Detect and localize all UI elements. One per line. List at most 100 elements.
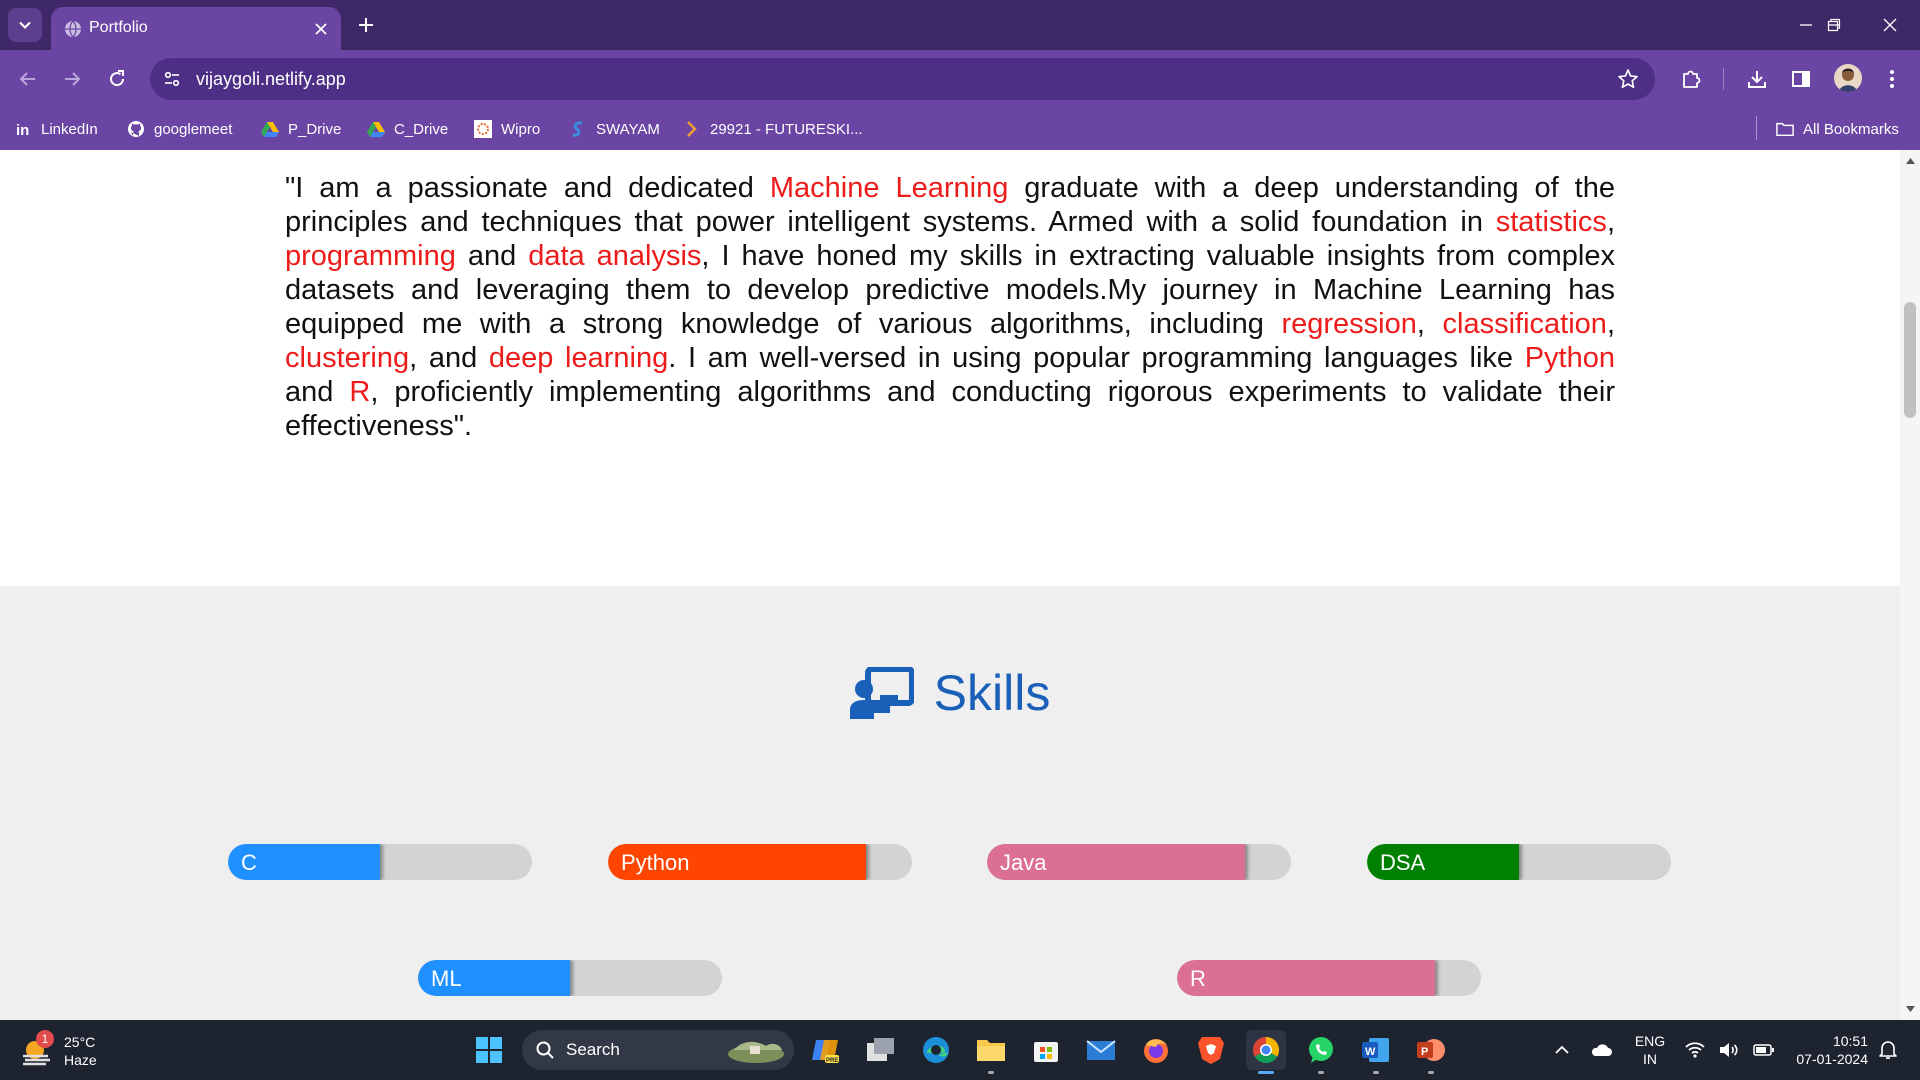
bookmark-googlemeet[interactable]: googlemeet — [127, 118, 232, 140]
tab-title: Portfolio — [89, 19, 148, 36]
restore-icon — [1827, 18, 1841, 32]
show-hidden-icons-button[interactable] — [1550, 1036, 1574, 1064]
onedrive-button[interactable] — [1588, 1036, 1614, 1064]
brave-button[interactable] — [1191, 1030, 1231, 1070]
about-text-segment: . I am well-versed in using popular prog… — [668, 342, 1525, 374]
side-panel-button[interactable] — [1783, 61, 1819, 97]
about-text-segment: , proficiently implementing algorithms a… — [285, 376, 1615, 442]
reload-button[interactable] — [99, 61, 135, 97]
download-icon — [1748, 71, 1766, 88]
swayam-icon — [569, 120, 587, 138]
chrome-button[interactable] — [1246, 1030, 1286, 1074]
bookmark-label: P_Drive — [288, 120, 342, 138]
bell-icon — [1879, 1041, 1897, 1059]
start-button[interactable] — [469, 1030, 509, 1070]
globe-icon — [65, 20, 81, 38]
whatsapp-icon — [1309, 1037, 1333, 1063]
copilot-button[interactable]: PRE — [806, 1030, 846, 1070]
notifications-button[interactable] — [1876, 1036, 1900, 1064]
svg-text:W: W — [1365, 1046, 1376, 1058]
bookmark-swayam[interactable]: SWAYAM — [569, 118, 660, 140]
browser-toolbar: vijaygoli.netlify.app — [0, 50, 1920, 108]
tab-portfolio[interactable]: Portfolio — [51, 7, 341, 50]
tab-close-button[interactable] — [309, 17, 333, 41]
active-indicator — [1258, 1071, 1274, 1074]
battery-icon — [1753, 1044, 1774, 1056]
triangle-down-icon — [1905, 1006, 1915, 1012]
maximize-button[interactable] — [1806, 0, 1862, 50]
windows-taskbar: 1 25°C Haze Search PRE W P ENG IN 10:51 … — [0, 1020, 1920, 1080]
bookmark-wipro[interactable]: Wipro — [474, 118, 540, 140]
quick-settings-button[interactable] — [1685, 1036, 1775, 1064]
more-vert-icon — [1890, 70, 1894, 88]
bookmark-star-button[interactable] — [1615, 66, 1641, 92]
powerpoint-button[interactable]: P — [1411, 1030, 1451, 1074]
file-explorer-button[interactable] — [971, 1030, 1011, 1074]
copilot-icon: PRE — [812, 1040, 839, 1064]
svg-text:PRE: PRE — [826, 1058, 838, 1064]
edge-icon — [923, 1037, 949, 1063]
address-bar[interactable]: vijaygoli.netlify.app — [150, 58, 1655, 100]
weather-text: 25°C Haze — [64, 1033, 97, 1069]
chevron-down-icon — [19, 21, 31, 29]
chrome-menu-button[interactable] — [1874, 61, 1910, 97]
volume-icon — [1720, 1043, 1738, 1057]
linkedin-icon: in — [14, 120, 32, 138]
scroll-down-arrow[interactable] — [1905, 1004, 1915, 1014]
edge-button[interactable] — [916, 1030, 956, 1070]
forward-button[interactable] — [54, 61, 90, 97]
system-clock[interactable]: 10:51 07-01-2024 — [1780, 1032, 1868, 1068]
bookmark-c-drive[interactable]: C_Drive — [367, 118, 448, 140]
back-button[interactable] — [10, 61, 46, 97]
skill-label-c: C — [241, 850, 257, 875]
language-indicator[interactable]: ENG IN — [1628, 1032, 1672, 1068]
weather-widget[interactable]: 1 25°C Haze — [20, 1029, 97, 1073]
cloud-icon — [1591, 1044, 1612, 1056]
microsoft-store-icon — [1034, 1042, 1058, 1062]
bookmark-futureskills[interactable]: 29921 - FUTURESKI... — [683, 118, 863, 140]
url-text[interactable]: vijaygoli.netlify.app — [196, 69, 346, 90]
task-view-button[interactable] — [861, 1030, 901, 1070]
svg-text:in: in — [16, 122, 29, 138]
mail-button[interactable] — [1081, 1030, 1121, 1070]
search-icon — [536, 1041, 554, 1059]
skill-bar-ml: ML — [418, 960, 722, 996]
triangle-up-icon — [1905, 158, 1915, 164]
scroll-up-arrow[interactable] — [1905, 156, 1915, 166]
word-button[interactable]: W — [1356, 1030, 1396, 1074]
taskbar-search[interactable]: Search — [522, 1030, 794, 1070]
reload-icon — [110, 70, 125, 87]
site-info-button[interactable] — [158, 65, 186, 93]
language-line1: ENG — [1634, 1033, 1666, 1049]
page-scrollbar[interactable] — [1900, 150, 1920, 1020]
firefox-button[interactable] — [1136, 1030, 1176, 1070]
downloads-button[interactable] — [1739, 61, 1775, 97]
profile-avatar[interactable] — [1834, 64, 1862, 92]
powerpoint-icon: P — [1417, 1039, 1445, 1061]
new-tab-button[interactable] — [352, 11, 380, 39]
whatsapp-button[interactable] — [1301, 1030, 1341, 1074]
language-line2: IN — [1643, 1051, 1657, 1067]
window-close-button[interactable] — [1862, 0, 1918, 50]
extensions-button[interactable] — [1673, 61, 1709, 97]
about-text-segment: "I am a passionate and dedicated — [285, 172, 770, 204]
chevron-right-icon — [683, 120, 701, 138]
tab-search-button[interactable] — [8, 8, 42, 42]
skills-title: Skills — [933, 665, 1051, 721]
all-bookmarks-button[interactable]: All Bookmarks — [1776, 118, 1899, 140]
about-text-segment: and — [455, 240, 529, 272]
puzzle-icon — [1683, 70, 1701, 88]
scroll-thumb[interactable] — [1904, 302, 1916, 418]
bookmark-p-drive[interactable]: P_Drive — [261, 118, 341, 140]
star-icon — [1618, 69, 1638, 89]
arrow-right-icon — [65, 72, 81, 86]
google-drive-icon — [367, 120, 385, 138]
clock-date: 07-01-2024 — [1796, 1051, 1868, 1067]
microsoft-store-button[interactable] — [1026, 1030, 1066, 1070]
bookmark-linkedin[interactable]: in LinkedIn — [14, 118, 98, 140]
about-text-segment: , — [1416, 308, 1443, 340]
about-text-segment: , — [1606, 308, 1615, 340]
about-text-segment: , and — [409, 342, 489, 374]
highlighted-keyword: Machine Learning — [769, 172, 1009, 204]
google-drive-icon — [261, 120, 279, 138]
